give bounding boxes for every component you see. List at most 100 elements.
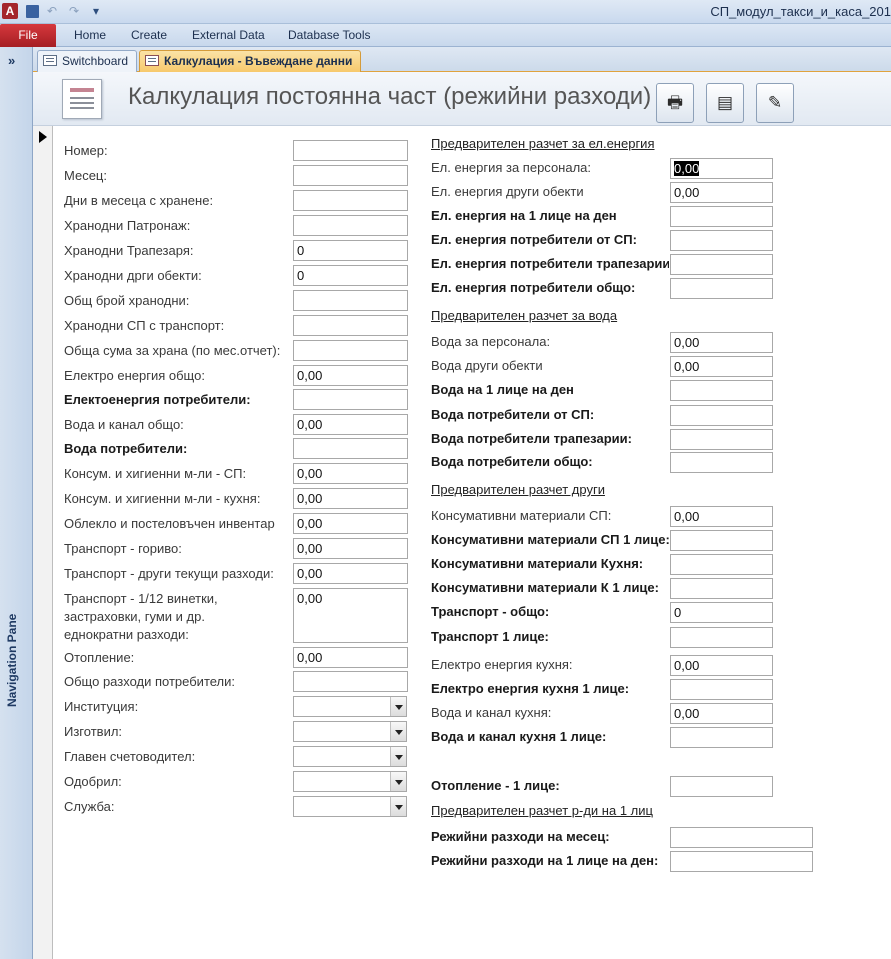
combo-box[interactable] [293,771,407,792]
text-field[interactable] [670,254,773,275]
text-field[interactable] [670,452,773,473]
text-field[interactable]: 0 [670,602,773,623]
text-field[interactable] [293,140,408,161]
text-field[interactable] [670,554,773,575]
text-field[interactable] [670,405,773,426]
save-icon[interactable] [26,5,39,18]
right-field-label: Ел. енергия потребители трапезарии [431,256,669,271]
right-field-label: Ел. енергия за персонала: [431,160,592,175]
dropdown-arrow-icon[interactable] [390,772,406,791]
dropdown-arrow-icon[interactable] [390,697,406,716]
text-field[interactable]: 0,00 [670,703,773,724]
edit-report-button[interactable]: ✎ [756,83,794,123]
section-heading-per_person: Предварителен разчет р-ди на 1 лиц [431,803,653,818]
tab-create[interactable]: Create [131,24,167,47]
section-heading-other: Предварителен разчет други [431,482,605,497]
combo-box[interactable] [293,746,407,767]
text-field[interactable]: 0,00 [293,647,408,668]
dropdown-arrow-icon[interactable] [390,747,406,766]
text-field[interactable]: 0,00 [670,356,773,377]
form-header: Калкулация постоянна част (режийни разхо… [33,72,891,126]
text-field[interactable]: 0,00 [670,506,773,527]
form-view-button[interactable]: ▤ [706,83,744,123]
left-field-label: Одобрил: [64,774,122,789]
tab-switchboard-label: Switchboard [62,54,129,68]
text-field[interactable] [293,190,408,211]
left-field-label: Вода и канал общо: [64,417,184,432]
text-field[interactable] [293,438,408,459]
text-field[interactable] [670,429,773,450]
text-field[interactable] [293,671,408,692]
customize-icon[interactable]: ▾ [87,3,105,19]
text-field[interactable] [670,776,773,797]
text-field[interactable]: 0 [293,240,408,261]
tab-switchboard[interactable]: Switchboard [37,50,138,72]
combo-box[interactable] [293,696,407,717]
print-button[interactable]: 🖶 [656,83,694,123]
record-selector[interactable] [33,126,53,959]
form-logo-icon [62,79,102,119]
form-title: Калкулация постоянна част (режийни разхо… [128,83,652,110]
text-field[interactable] [293,340,408,361]
text-field[interactable]: 0,00 [670,332,773,353]
text-field[interactable] [293,165,408,186]
text-field[interactable]: 0 [293,265,408,286]
left-field-label: Хранодни дрги обекти: [64,268,202,283]
text-field[interactable] [293,315,408,336]
left-field-label: Транспорт - гориво: [64,541,182,556]
left-field-label-continued: застраховки, гуми и др. [64,609,205,624]
navigation-pane[interactable]: » Navigation Pane [0,47,33,959]
nav-expand-icon[interactable]: » [8,53,15,68]
text-field[interactable]: 0,00 [293,563,408,584]
text-field[interactable]: 0,00 [293,513,408,534]
field-value: 0 [297,268,305,283]
tab-external-data[interactable]: External Data [192,24,265,47]
text-field[interactable] [670,727,773,748]
redo-icon[interactable]: ↷ [65,3,83,19]
left-field-label: Електоенергия потребители: [64,392,251,407]
field-value: 0,00 [674,509,700,524]
field-value: 0,00 [297,516,323,531]
text-field[interactable] [670,380,773,401]
text-field[interactable]: 0,00 [670,655,773,676]
text-field[interactable]: 0,00 [293,538,408,559]
combo-box[interactable] [293,796,407,817]
text-field[interactable] [670,278,773,299]
tab-calculation-form[interactable]: Калкулация - Въвеждане данни [139,50,362,72]
text-field[interactable]: 0,00 [293,488,408,509]
field-value: 0,00 [297,466,323,481]
right-field-label: Вода потребители трапезарии: [431,431,632,446]
text-field[interactable] [293,290,408,311]
text-field[interactable] [670,679,773,700]
field-value: 0,00 [297,417,323,432]
file-tab[interactable]: File [0,24,56,47]
text-field[interactable]: 0,00 [670,158,773,179]
tab-home[interactable]: Home [74,24,106,47]
text-field[interactable] [293,389,408,410]
field-value: 0,00 [297,566,323,581]
text-field[interactable] [670,578,773,599]
text-field[interactable]: 0,00 [293,365,408,386]
left-field-label: Вода потребители: [64,441,188,456]
text-field[interactable]: 0,00 [293,414,408,435]
right-field-label: Вода и канал кухня: [431,705,552,720]
text-field[interactable]: 0,00 [293,588,408,643]
text-field[interactable] [670,230,773,251]
text-field[interactable] [670,206,773,227]
text-field[interactable] [670,627,773,648]
dropdown-arrow-icon[interactable] [390,797,406,816]
combo-box[interactable] [293,721,407,742]
undo-icon[interactable]: ↶ [43,3,61,19]
text-field[interactable]: 0,00 [293,463,408,484]
tab-database-tools[interactable]: Database Tools [288,24,371,47]
left-field-label: Консум. и хигиенни м-ли - кухня: [64,491,261,506]
access-app-icon[interactable]: A [2,3,18,19]
dropdown-arrow-icon[interactable] [390,722,406,741]
left-field-label: Транспорт - други текущи разходи: [64,566,274,581]
navigation-pane-label[interactable]: Navigation Pane [5,614,19,707]
text-field[interactable]: 0,00 [670,182,773,203]
text-field[interactable] [670,827,813,848]
text-field[interactable] [670,851,813,872]
text-field[interactable] [293,215,408,236]
text-field[interactable] [670,530,773,551]
